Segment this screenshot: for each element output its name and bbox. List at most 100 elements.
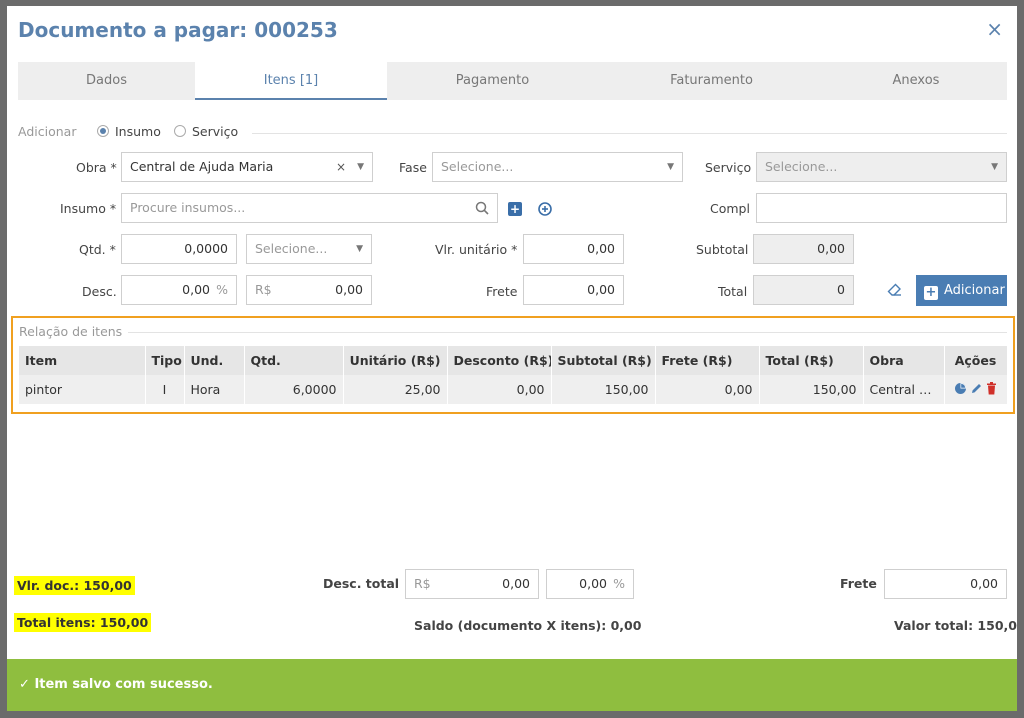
clear-icon[interactable]: × [336, 153, 346, 181]
saldo-label: Saldo (documento X itens): 0,00 [414, 618, 642, 633]
table-row[interactable]: pintor I Hora 6,0000 25,00 0,00 150,00 0… [19, 375, 1008, 404]
qtd-label: Qtd. * [79, 242, 116, 257]
valor-total-label: Valor total: 150,00 [894, 618, 1017, 633]
currency-prefix: R$ [414, 576, 431, 591]
compl-label: Compl [710, 201, 750, 216]
frete-label: Frete [486, 284, 518, 299]
add-circle-icon[interactable] [537, 201, 553, 217]
add-item-button[interactable]: + Adicionar [916, 275, 1007, 306]
desc-total-value: 0,00 [502, 576, 530, 591]
compl-input[interactable] [756, 193, 1007, 223]
frete-total-input[interactable]: 0,00 [884, 569, 1007, 599]
column-header[interactable]: Desconto (R$) [447, 346, 552, 375]
check-icon: ✓ [19, 677, 30, 692]
cell-frete: 0,00 [655, 375, 760, 404]
cell-und: Hora [184, 375, 245, 404]
pct-suffix: % [216, 282, 228, 297]
items-table: Item Tipo Und. Qtd. Unitário (R$) Descon… [19, 346, 1008, 404]
desc-total-pct-input[interactable]: 0,00 % [546, 569, 634, 599]
obra-select[interactable]: Central de Ajuda Maria × ▼ [121, 152, 373, 182]
desc-pct-input[interactable]: 0,00 % [121, 275, 237, 305]
obra-value: Central de Ajuda Maria [130, 159, 274, 174]
document-modal: Documento a pagar: 000253 × Dados Itens … [7, 6, 1017, 711]
pct-suffix: % [613, 576, 625, 591]
column-header[interactable]: Obra [863, 346, 945, 375]
tab-itens[interactable]: Itens [1] [195, 62, 387, 100]
radio-insumo[interactable] [97, 125, 109, 137]
modal-title: Documento a pagar: 000253 [18, 18, 338, 42]
cell-subtotal: 150,00 [551, 375, 656, 404]
desc-value-input[interactable]: R$ 0,00 [246, 275, 372, 305]
qtd-input[interactable]: 0,0000 [121, 234, 237, 264]
fase-select[interactable]: Selecione... ▼ [432, 152, 683, 182]
tab-bar: Dados Itens [1] Pagamento Faturamento An… [18, 62, 1007, 100]
subtotal-input: 0,00 [753, 234, 854, 264]
cell-item: pintor [19, 375, 146, 404]
column-header[interactable]: Total (R$) [759, 346, 864, 375]
cell-qtd: 6,0000 [244, 375, 344, 404]
currency-prefix: R$ [255, 282, 272, 297]
total-itens-summary: Total itens: 150,00 [14, 613, 152, 632]
servico-select[interactable]: Selecione... ▼ [756, 152, 1007, 182]
pie-chart-icon[interactable] [954, 382, 967, 398]
column-header[interactable]: Frete (R$) [655, 346, 760, 375]
tab-anexos[interactable]: Anexos [825, 62, 1007, 100]
fase-label: Fase [399, 160, 427, 175]
toast-message: Item salvo com sucesso. [34, 677, 213, 692]
success-toast: ✓ Item salvo com sucesso. [7, 659, 1017, 711]
close-icon[interactable]: × [986, 18, 1003, 40]
cell-acoes [944, 375, 1008, 404]
desc-value: 0,00 [335, 282, 363, 297]
vlr-unitario-input[interactable]: 0,00 [523, 234, 624, 264]
cell-unitario: 25,00 [343, 375, 448, 404]
cell-tipo: I [145, 375, 185, 404]
vlr-doc-summary: Vlr. doc.: 150,00 [14, 576, 135, 595]
column-header[interactable]: Und. [184, 346, 245, 375]
total-input: 0 [753, 275, 854, 305]
add-section-label: Adicionar [18, 124, 77, 139]
items-section-label: Relação de itens [19, 324, 123, 339]
add-item-button-label: Adicionar [944, 283, 1005, 298]
insumo-search-input[interactable]: Procure insumos... [121, 193, 498, 223]
servico-label: Serviço [705, 160, 752, 175]
total-label: Total [718, 284, 748, 299]
tab-dados[interactable]: Dados [18, 62, 195, 100]
search-icon[interactable] [475, 194, 489, 222]
table-header-row: Item Tipo Und. Qtd. Unitário (R$) Descon… [19, 346, 1008, 375]
cell-total: 150,00 [759, 375, 864, 404]
add-insumo-icon[interactable]: + [508, 202, 522, 216]
insumo-label: Insumo * [60, 201, 117, 216]
column-header: Ações [944, 346, 1008, 375]
cell-desconto: 0,00 [447, 375, 552, 404]
column-header[interactable]: Subtotal (R$) [551, 346, 656, 375]
column-header[interactable]: Item [19, 346, 146, 375]
insumo-placeholder: Procure insumos... [130, 200, 246, 215]
chevron-down-icon: ▼ [356, 244, 363, 254]
column-header[interactable]: Tipo [145, 346, 185, 375]
radio-insumo-label: Insumo [115, 124, 161, 139]
unit-placeholder: Selecione... [255, 241, 328, 256]
desc-total-input[interactable]: R$ 0,00 [405, 569, 539, 599]
column-header[interactable]: Unitário (R$) [343, 346, 448, 375]
desc-total-pct-value: 0,00 [579, 576, 607, 591]
obra-label: Obra * [76, 160, 117, 175]
trash-icon[interactable] [986, 382, 997, 398]
chevron-down-icon: ▼ [667, 162, 674, 172]
modal-header: Documento a pagar: 000253 × [7, 6, 1017, 56]
frete-input[interactable]: 0,00 [523, 275, 624, 305]
items-section: Relação de itens Item Tipo Und. Qtd. Uni… [11, 316, 1015, 414]
column-header[interactable]: Qtd. [244, 346, 344, 375]
edit-pencil-icon[interactable] [970, 382, 983, 398]
desc-pct-value: 0,00 [182, 282, 210, 297]
radio-servico[interactable] [174, 125, 186, 137]
tab-pagamento[interactable]: Pagamento [387, 62, 598, 100]
chevron-down-icon: ▼ [991, 162, 998, 172]
fase-placeholder: Selecione... [441, 159, 514, 174]
radio-servico-label: Serviço [192, 124, 239, 139]
desc-total-label: Desc. total [323, 576, 400, 591]
cell-obra: Central d... [863, 375, 945, 404]
tab-faturamento[interactable]: Faturamento [598, 62, 825, 100]
eraser-icon[interactable] [887, 283, 903, 297]
unit-select[interactable]: Selecione... ▼ [246, 234, 372, 264]
divider [128, 332, 1007, 333]
